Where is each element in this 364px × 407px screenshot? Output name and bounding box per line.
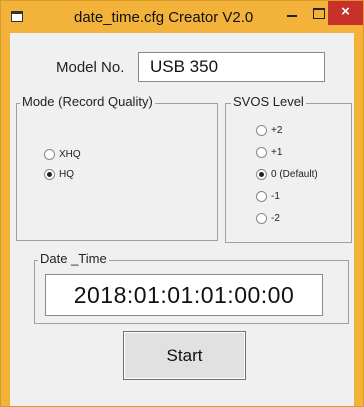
radio-hq-indicator[interactable] [44, 169, 55, 180]
model-label: Model No. [56, 59, 125, 76]
title-bar[interactable]: date_time.cfg Creator V2.0 × [1, 1, 363, 33]
radio-svos-0-label: 0 (Default) [271, 169, 318, 181]
radio-xhq-label: XHQ [59, 149, 81, 161]
radio-svos-plus1-indicator[interactable] [256, 147, 267, 158]
maximize-icon[interactable] [309, 4, 329, 24]
app-window: date_time.cfg Creator V2.0 × Model No. U… [0, 0, 364, 407]
model-number-field[interactable]: USB 350 [138, 52, 325, 82]
radio-svos-minus1-indicator[interactable] [256, 191, 267, 202]
radio-svos-plus1[interactable]: +1 [256, 147, 282, 159]
radio-svos-minus2-indicator[interactable] [256, 213, 267, 224]
radio-svos-minus2[interactable]: -2 [256, 213, 280, 225]
radio-xhq-indicator[interactable] [44, 149, 55, 160]
radio-hq[interactable]: HQ [44, 169, 74, 181]
radio-svos-plus2[interactable]: +2 [256, 125, 282, 137]
radio-svos-plus1-label: +1 [271, 147, 283, 159]
date-time-legend: Date _Time [38, 251, 109, 266]
date-time-field[interactable]: 2018:01:01:01:00:00 [45, 274, 323, 316]
radio-svos-plus2-indicator[interactable] [256, 125, 267, 136]
svos-level-group: SVOS Level +2 +1 0 (Default) -1 -2 [225, 94, 352, 243]
radio-svos-minus2-label: -2 [271, 213, 280, 225]
svos-group-legend: SVOS Level [231, 94, 306, 109]
radio-svos-minus1-label: -1 [271, 191, 280, 203]
mode-group-legend: Mode (Record Quality) [20, 94, 155, 109]
radio-svos-0-indicator[interactable] [256, 169, 267, 180]
start-button[interactable]: Start [123, 331, 246, 380]
window-app-icon[interactable] [11, 11, 23, 22]
radio-hq-label: HQ [59, 169, 74, 181]
mode-group: Mode (Record Quality) XHQ HQ [16, 94, 218, 241]
dialog-client-area: Model No. USB 350 Mode (Record Quality) … [10, 33, 354, 406]
date-time-group: Date _Time 2018:01:01:01:00:00 [34, 251, 349, 324]
close-icon[interactable]: × [328, 1, 363, 25]
radio-svos-minus1[interactable]: -1 [256, 191, 280, 203]
window-title: date_time.cfg Creator V2.0 [74, 9, 254, 26]
radio-xhq[interactable]: XHQ [44, 149, 81, 161]
radio-svos-0-default[interactable]: 0 (Default) [256, 169, 318, 181]
radio-svos-plus2-label: +2 [271, 125, 283, 137]
minimize-icon[interactable] [282, 4, 302, 24]
